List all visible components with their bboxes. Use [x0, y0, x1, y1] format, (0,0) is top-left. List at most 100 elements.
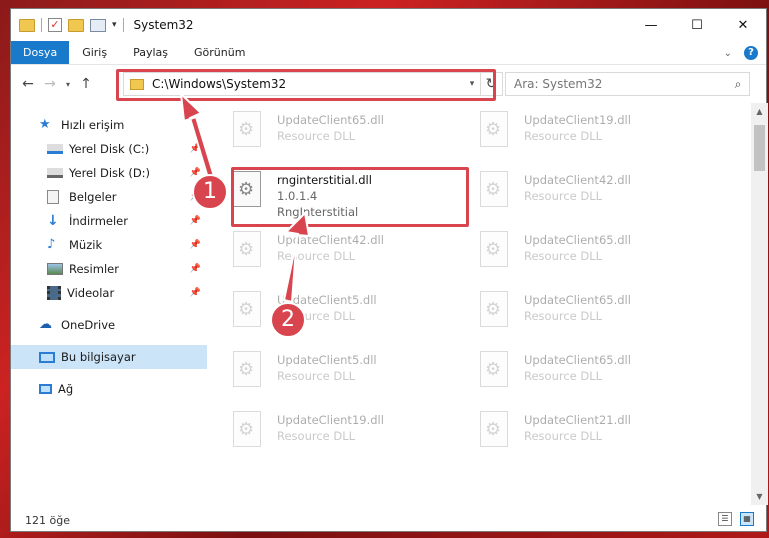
file-item[interactable]: ⚙ UpdateClient65.dll Resource DLL [476, 231, 723, 271]
file-description: Resource DLL [524, 189, 603, 203]
window-controls: — ☐ ✕ [628, 9, 766, 41]
sidebar-item-this-pc[interactable]: Bu bilgisayar [11, 345, 207, 369]
pin-icon[interactable]: 📌 [190, 288, 201, 298]
scrollbar-thumb[interactable] [754, 125, 765, 171]
video-icon [47, 286, 61, 300]
file-item-rnginterstitial[interactable]: ⚙ rnginterstitial.dll 1.0.1.4 RngInterstit… [229, 171, 476, 219]
sidebar-item-label: Resimler [69, 262, 119, 276]
search-box[interactable]: ⌕ [505, 72, 750, 96]
dll-file-icon: ⚙ [476, 351, 514, 391]
help-icon[interactable]: ? [744, 46, 758, 60]
chevron-down-icon[interactable]: ▾ [112, 20, 117, 30]
file-item[interactable]: ⚙ UpdateClient5.dll Resource DLL [229, 351, 476, 391]
sidebar-item-videos[interactable]: Videolar 📌 [11, 281, 207, 305]
large-icons-view-icon[interactable]: ▦ [740, 512, 754, 526]
sidebar-item-label: Hızlı erişim [61, 118, 125, 132]
sidebar-item-disk-d[interactable]: Yerel Disk (D:) 📌 [11, 161, 207, 185]
main-area: ★ Hızlı erişim Yerel Disk (C:) 📌 Yerel D… [11, 103, 768, 505]
file-name: UpdateClient65.dll [277, 113, 384, 127]
file-item[interactable]: ⚙ UpdateClient65.dll Resource DLL [476, 291, 723, 331]
folder-icon [130, 78, 144, 90]
pin-icon[interactable]: 📌 [190, 144, 201, 154]
sidebar-item-disk-c[interactable]: Yerel Disk (C:) 📌 [11, 137, 207, 161]
forward-button[interactable]: → [39, 73, 61, 95]
file-description: Resource DLL [524, 249, 603, 263]
minimize-button[interactable]: — [628, 9, 674, 41]
sidebar-item-network[interactable]: Ağ [11, 377, 207, 401]
file-item[interactable]: ⚙ UpdateClient42.dll Resource DLL [476, 171, 723, 211]
sidebar-item-onedrive[interactable]: ☁ OneDrive [11, 313, 207, 337]
file-item[interactable]: ⚙ UpdateClient65.dll Resource DLL [229, 111, 476, 151]
address-path[interactable]: C:\Windows\System32 [152, 77, 464, 91]
sidebar-item-label: Ağ [58, 382, 74, 396]
pin-icon[interactable]: 📌 [190, 240, 201, 250]
file-name: UpdateClient65.dll [524, 293, 631, 307]
sidebar-item-music[interactable]: ♪ Müzik 📌 [11, 233, 207, 257]
customize-icon[interactable] [90, 18, 106, 32]
sidebar-item-downloads[interactable]: ↓ İndirmeler 📌 [11, 209, 207, 233]
sidebar-item-pictures[interactable]: Resimler 📌 [11, 257, 207, 281]
file-description: Resource DLL [277, 249, 356, 263]
dll-file-icon: ⚙ [229, 171, 267, 211]
dll-file-icon: ⚙ [229, 351, 267, 391]
file-description: Resource DLL [277, 369, 356, 383]
pictures-icon [47, 263, 63, 275]
scroll-down-icon[interactable]: ▼ [751, 488, 768, 505]
back-button[interactable]: ← [17, 73, 39, 95]
chevron-down-icon[interactable]: ▾ [464, 79, 480, 89]
file-item[interactable]: ⚙ UpdateClient65.dll Resource DLL [476, 351, 723, 391]
tab-share[interactable]: Paylaş [120, 41, 181, 64]
step-2-badge: 2 [270, 302, 306, 338]
new-folder-icon[interactable] [68, 18, 84, 32]
file-name: UpdateClient5.dll [277, 353, 377, 367]
sidebar-item-documents[interactable]: Belgeler 📌 [11, 185, 207, 209]
search-input[interactable] [506, 74, 727, 94]
file-name: UpdateClient21.dll [524, 413, 631, 427]
vertical-scrollbar[interactable]: ▲ ▼ [751, 103, 768, 505]
computer-icon [39, 351, 55, 363]
dll-file-icon: ⚙ [476, 231, 514, 271]
file-description: Resource DLL [524, 309, 603, 323]
navigation-bar: ← → ▾ ↑ C:\Windows\System32 ▾ ↻ ⌕ [11, 65, 766, 103]
tab-file[interactable]: Dosya [11, 41, 70, 64]
scroll-up-icon[interactable]: ▲ [751, 103, 768, 120]
details-view-icon[interactable]: ☰ [718, 512, 732, 526]
recent-locations-button[interactable]: ▾ [61, 73, 75, 95]
close-button[interactable]: ✕ [720, 9, 766, 41]
star-icon: ★ [39, 117, 51, 132]
dll-file-icon: ⚙ [229, 111, 267, 151]
properties-check-icon[interactable]: ✓ [48, 18, 62, 32]
file-description: RngInterstitial [277, 205, 359, 219]
search-icon[interactable]: ⌕ [727, 77, 749, 92]
pin-icon[interactable]: 📌 [190, 264, 201, 274]
file-description: Resource DLL [277, 429, 356, 443]
file-item[interactable]: ⚙ UpdateClient42.dll Resource DLL [229, 231, 476, 271]
download-icon: ↓ [47, 213, 59, 229]
file-item[interactable]: ⚙ UpdateClient5.dll Resource DLL [229, 291, 476, 331]
sidebar-item-label: İndirmeler [69, 214, 128, 228]
file-item[interactable]: ⚙ UpdateClient21.dll Resource DLL [476, 411, 723, 451]
expand-ribbon-icon[interactable]: ⌄ [724, 48, 732, 59]
step-1-badge: 1 [192, 174, 228, 210]
tab-home[interactable]: Giriş [69, 41, 120, 64]
maximize-button[interactable]: ☐ [674, 9, 720, 41]
explorer-window: ✓ ▾ System32 — ☐ ✕ Dosya Giriş Paylaş Gö… [10, 8, 768, 532]
refresh-button[interactable]: ↻ [480, 73, 502, 95]
sidebar-item-label: Bu bilgisayar [61, 350, 136, 364]
file-name: UpdateClient42.dll [524, 173, 631, 187]
sidebar-item-label: Yerel Disk (C:) [69, 142, 150, 156]
file-item[interactable]: ⚙ UpdateClient19.dll Resource DLL [476, 111, 723, 151]
file-description: Resource DLL [524, 129, 603, 143]
ribbon-tabs: Dosya Giriş Paylaş Görünüm ⌄ ? [11, 41, 766, 65]
sidebar-item-quick-access[interactable]: ★ Hızlı erişim [11, 113, 207, 137]
folder-icon [19, 18, 35, 32]
window-title: System32 [133, 18, 194, 32]
network-icon [39, 384, 52, 394]
music-icon: ♪ [47, 237, 56, 252]
pin-icon[interactable]: 📌 [190, 216, 201, 226]
drive-icon [47, 168, 63, 178]
up-button[interactable]: ↑ [75, 73, 97, 95]
address-bar[interactable]: C:\Windows\System32 ▾ ↻ [123, 72, 503, 96]
tab-view[interactable]: Görünüm [181, 41, 258, 64]
file-item[interactable]: ⚙ UpdateClient19.dll Resource DLL [229, 411, 476, 451]
